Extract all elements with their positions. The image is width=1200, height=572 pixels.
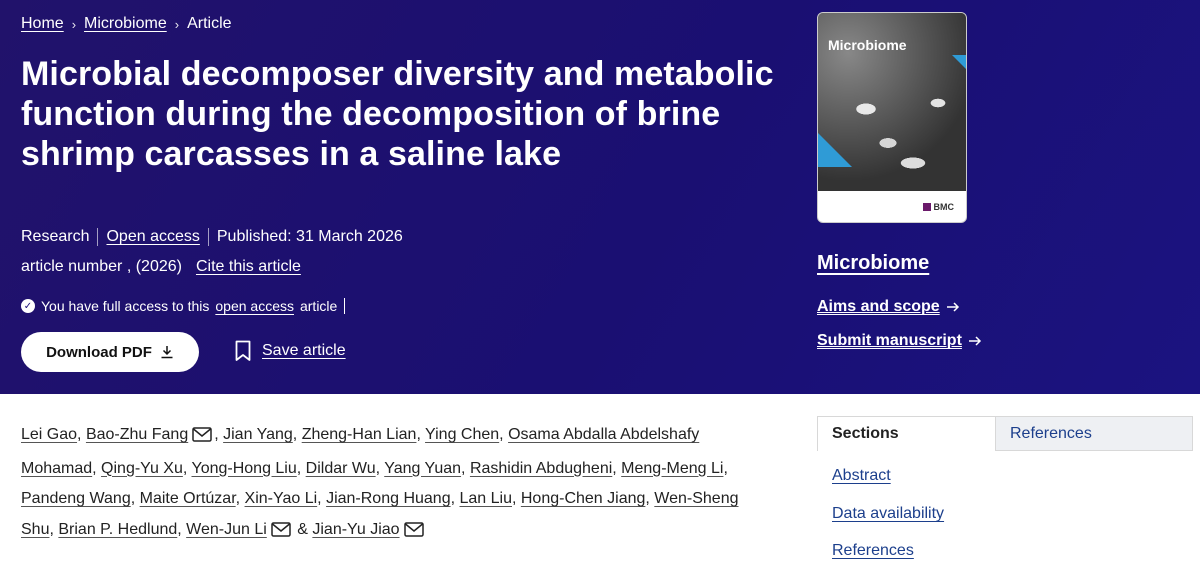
article-title: Microbial decomposer diversity and metab… [21, 55, 774, 173]
author-link[interactable]: Zheng-Han Lian [302, 426, 417, 443]
author-link[interactable]: Maite Ortúzar [140, 490, 236, 507]
aims-and-scope-link[interactable]: Aims and scope [817, 298, 960, 316]
download-pdf-button[interactable]: Download PDF [21, 332, 199, 372]
mail-icon[interactable] [192, 423, 212, 454]
publisher-logo-mark [922, 203, 931, 211]
author-link[interactable]: Ying Chen [425, 426, 499, 443]
chevron-right-icon: › [71, 16, 77, 32]
author-link[interactable]: Xin-Yao Li [245, 490, 318, 507]
text-cursor [344, 298, 346, 314]
cover-accent [952, 55, 966, 69]
access-note-suffix: article [299, 298, 338, 314]
access-note-open-access-link[interactable]: open access [215, 298, 294, 314]
breadcrumb-journal-link[interactable]: Microbiome [84, 15, 167, 33]
publisher-logo: BMC [922, 202, 955, 212]
author-link[interactable]: Hong-Chen Jiang [521, 490, 646, 507]
author-link[interactable]: Lan Liu [459, 490, 512, 507]
download-pdf-label: Download PDF [46, 343, 152, 361]
cover-title: Microbiome [828, 37, 907, 53]
access-note: ✓ You have full access to this open acce… [21, 298, 346, 314]
publisher-logo-text: BMC [933, 202, 955, 212]
aims-and-scope-label: Aims and scope [817, 298, 940, 315]
access-note-prefix: You have full access to this [41, 298, 210, 314]
mail-icon[interactable] [271, 518, 291, 549]
author-link[interactable]: Brian P. Hedlund [58, 521, 177, 538]
divider [97, 228, 99, 246]
open-access-link[interactable]: Open access [106, 228, 199, 246]
side-tabs: Sections References [817, 416, 1193, 451]
article-number-row: article number , (2026) Cite this articl… [21, 258, 301, 276]
author-link[interactable]: Bao-Zhu Fang [86, 426, 188, 443]
author-link[interactable]: Dildar Wu [306, 460, 376, 477]
download-icon [161, 346, 173, 359]
article-meta: Research Open access Published: 31 March… [21, 228, 403, 246]
journal-cover[interactable]: Microbiome BMC [817, 12, 967, 223]
save-article-label: Save article [262, 342, 346, 359]
author-link[interactable]: Yong-Hong Liu [191, 460, 296, 477]
save-article-button[interactable]: Save article [234, 340, 346, 362]
cover-accent [818, 133, 852, 167]
breadcrumb: Home › Microbiome › Article [21, 15, 232, 33]
author-link[interactable]: Pandeng Wang [21, 490, 131, 507]
author-link[interactable]: Jian Yang [223, 426, 293, 443]
author-list: Lei Gao, Bao-Zhu Fang, Jian Yang, Zheng-… [21, 420, 761, 548]
article-number: article number , (2026) [21, 258, 182, 275]
author-link[interactable]: Meng-Meng Li [621, 460, 723, 477]
author-link[interactable]: Lei Gao [21, 426, 77, 443]
divider [207, 228, 209, 246]
author-link[interactable]: Qing-Yu Xu [101, 460, 183, 477]
chevron-right-icon: › [174, 16, 180, 32]
author-link[interactable]: Jian-Yu Jiao [312, 521, 399, 538]
breadcrumb-current: Article [187, 15, 232, 32]
section-link-abstract[interactable]: Abstract [832, 467, 891, 485]
cite-article-link[interactable]: Cite this article [196, 258, 301, 276]
article-type: Research [21, 228, 90, 245]
mail-icon[interactable] [403, 518, 424, 549]
author-link[interactable]: Rashidin Abdugheni [470, 460, 612, 477]
bookmark-icon [235, 340, 251, 361]
section-link-references[interactable]: References [832, 542, 914, 560]
author-link[interactable]: Jian-Rong Huang [326, 490, 451, 507]
article-hero: Home › Microbiome › Article Microbial de… [0, 0, 1200, 394]
breadcrumb-home-link[interactable]: Home [21, 15, 64, 33]
section-link-data-availability[interactable]: Data availability [832, 505, 944, 523]
author-link[interactable]: Yang Yuan [384, 460, 461, 477]
author-separator: & [297, 520, 308, 538]
submit-manuscript-link[interactable]: Submit manuscript [817, 332, 982, 350]
tab-sections[interactable]: Sections [817, 416, 996, 451]
arrow-right-icon [946, 302, 959, 312]
arrow-right-icon [968, 336, 981, 346]
check-circle-icon: ✓ [21, 299, 35, 313]
published-date: Published: 31 March 2026 [216, 228, 403, 245]
journal-name-link[interactable]: Microbiome [817, 252, 929, 275]
author-link[interactable]: Wen-Jun Li [186, 521, 267, 538]
submit-manuscript-label: Submit manuscript [817, 332, 962, 349]
tab-references[interactable]: References [996, 416, 1193, 451]
